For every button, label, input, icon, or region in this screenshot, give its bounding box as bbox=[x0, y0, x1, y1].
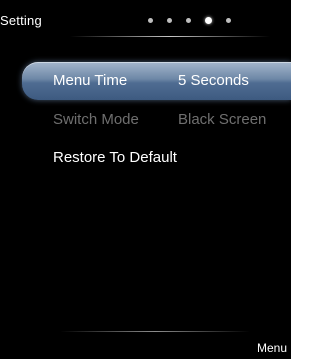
page-dot-3 bbox=[186, 17, 191, 23]
menu-item-switch-mode: Switch Mode Black Screen bbox=[22, 101, 291, 139]
menu-item-label: Menu Time bbox=[53, 72, 128, 89]
page-dot-2 bbox=[167, 17, 172, 23]
menu-item-label: Restore To Default bbox=[53, 149, 177, 166]
menu-item-label: Switch Mode bbox=[53, 111, 139, 128]
page-dot-4-active bbox=[205, 16, 212, 24]
footer-divider bbox=[60, 331, 250, 332]
header-divider bbox=[70, 36, 270, 37]
menu-item-menu-time[interactable]: Menu Time 5 Seconds bbox=[22, 62, 291, 100]
page-dot-5 bbox=[226, 17, 231, 23]
menu-button-hint[interactable]: Menu bbox=[257, 341, 287, 355]
menu-item-value: 5 Seconds bbox=[178, 72, 249, 89]
page-dot-1 bbox=[148, 17, 153, 23]
menu-item-restore-default[interactable]: Restore To Default bbox=[22, 139, 291, 177]
page-indicator bbox=[148, 15, 248, 25]
page-title: Setting bbox=[0, 13, 42, 28]
menu-item-value: Black Screen bbox=[178, 111, 267, 128]
osd-screen: Setting Menu Time 5 Seconds Switch Mode … bbox=[0, 0, 291, 359]
